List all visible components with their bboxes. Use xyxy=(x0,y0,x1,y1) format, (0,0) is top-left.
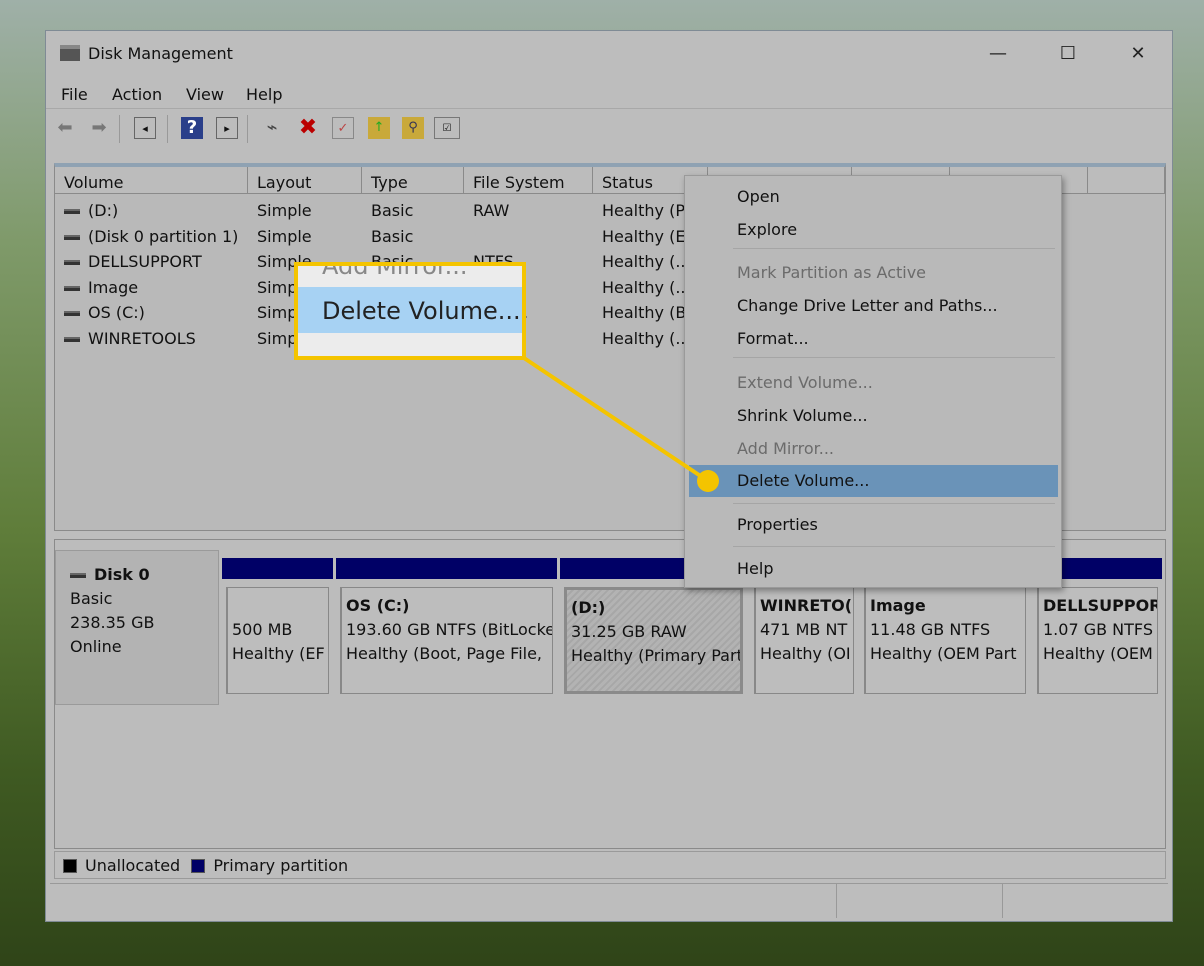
callout-zoom: Add Mirror... Delete Volume... xyxy=(294,262,526,360)
callout-line xyxy=(522,356,710,483)
callout-connector xyxy=(522,356,710,483)
callout-delete-volume: Delete Volume... xyxy=(298,287,522,333)
callout-add-mirror: Add Mirror... xyxy=(322,262,468,280)
callout-dot xyxy=(697,470,719,492)
